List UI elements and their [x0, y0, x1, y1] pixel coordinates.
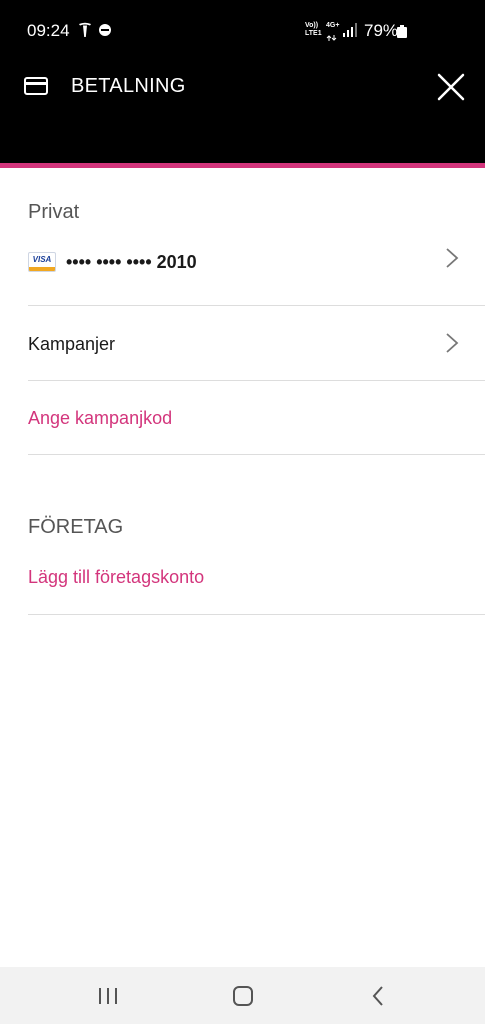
credit-card-icon [24, 77, 48, 95]
tesla-icon [79, 22, 91, 37]
page-title: BETALNING [71, 75, 186, 97]
enter-campaign-code-link[interactable]: Ange kampanjkod [28, 408, 172, 429]
chevron-right-icon [446, 333, 459, 353]
home-icon [233, 986, 253, 1006]
section-label-private: Privat [28, 201, 80, 223]
campaigns-row[interactable]: Kampanjer [28, 306, 485, 381]
status-notification-icons [78, 22, 112, 38]
card-number: •••• •••• •••• 2010 [66, 252, 197, 272]
add-business-account-link[interactable]: Lägg till företagskonto [28, 567, 204, 588]
data-arrows-icon [326, 35, 337, 41]
volte-indicator: Vo)) LTE1 [305, 22, 322, 37]
home-button[interactable] [230, 983, 256, 1009]
visa-card-icon: VISA [28, 252, 56, 272]
add-business-account-row[interactable]: Lägg till företagskonto [28, 555, 485, 615]
battery-percent: 79% [364, 21, 399, 40]
recents-icon [99, 988, 117, 1004]
back-button[interactable] [366, 983, 392, 1009]
header-accent-bar [0, 163, 485, 168]
section-label-business: FÖRETAG [28, 516, 124, 538]
campaigns-label: Kampanjer [28, 334, 116, 354]
enter-campaign-code-row[interactable]: Ange kampanjkod [28, 381, 485, 455]
chevron-right-icon [446, 248, 459, 268]
close-icon [437, 73, 465, 101]
close-button[interactable] [433, 69, 469, 105]
back-icon [372, 986, 383, 1006]
status-time: 09:24 [27, 21, 70, 40]
navigation-bar [0, 967, 485, 1024]
app-notification-icon [99, 24, 111, 36]
recents-button[interactable] [95, 983, 121, 1009]
header: BETALNING [0, 62, 485, 163]
payment-card-row[interactable]: VISA •••• •••• •••• 2010 [28, 240, 485, 306]
signal-icon [343, 23, 357, 37]
network-gen-indicator: 4G+ [326, 22, 339, 47]
status-bar: 09:24 Vo)) LTE1 4G+ 79% [0, 0, 485, 62]
battery-icon [397, 25, 407, 38]
payment-screen: 09:24 Vo)) LTE1 4G+ 79% BETALNING Privat… [0, 0, 485, 1024]
